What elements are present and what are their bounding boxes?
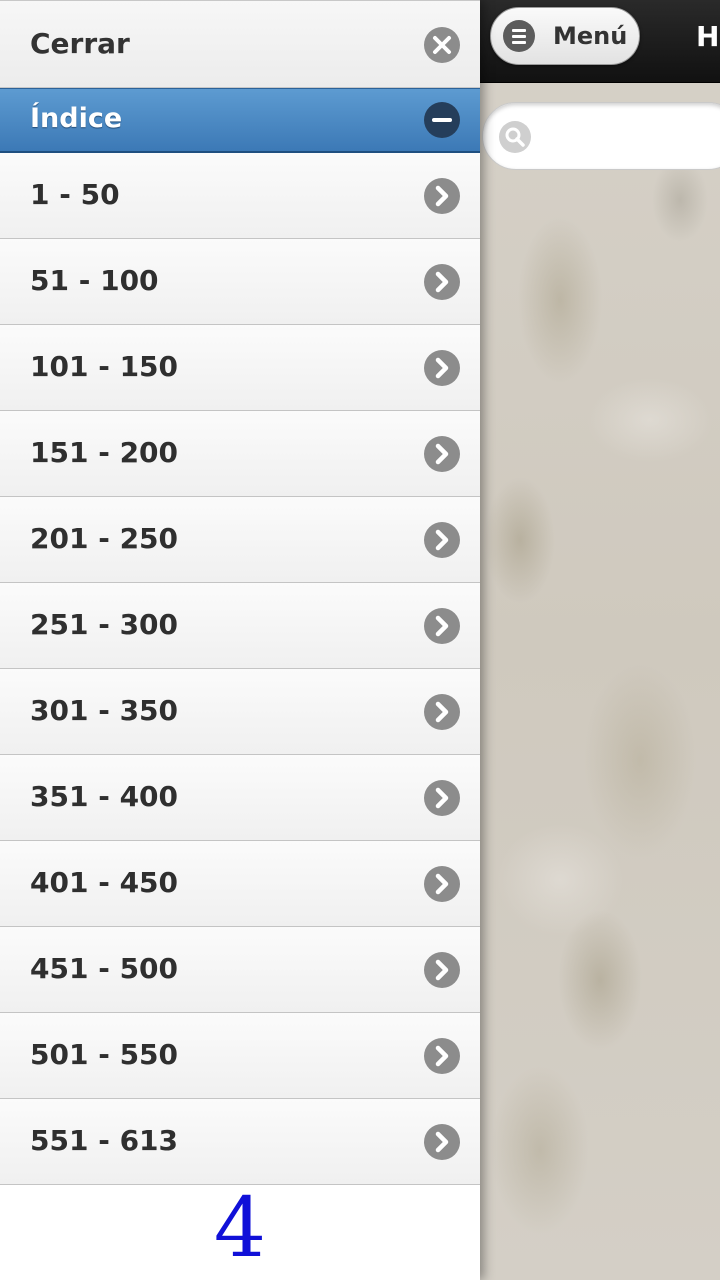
chevron-right-icon xyxy=(424,694,460,730)
menu-label: Menú xyxy=(553,22,628,50)
list-item-label: 1 - 50 xyxy=(30,178,120,211)
chevron-right-icon xyxy=(424,436,460,472)
chevron-right-icon xyxy=(424,350,460,386)
chevron-right-icon xyxy=(424,264,460,300)
list-item[interactable]: 351 - 400 xyxy=(0,755,480,841)
menu-button[interactable]: Menú xyxy=(490,7,640,65)
index-label: Índice xyxy=(30,103,123,134)
chevron-right-icon xyxy=(424,952,460,988)
list-item[interactable]: 501 - 550 xyxy=(0,1013,480,1099)
list-item-label: 201 - 250 xyxy=(30,522,179,555)
search-box[interactable] xyxy=(482,102,720,170)
list-item-label: 51 - 100 xyxy=(30,264,159,297)
close-panel-button[interactable]: Cerrar xyxy=(0,0,480,88)
list-item-label: 551 - 613 xyxy=(30,1124,179,1157)
list-item[interactable]: 201 - 250 xyxy=(0,497,480,583)
hamburger-icon xyxy=(503,20,535,52)
chevron-right-icon xyxy=(424,522,460,558)
list-item-label: 251 - 300 xyxy=(30,608,179,641)
search-input[interactable] xyxy=(541,115,705,159)
header-title: H xyxy=(696,20,720,53)
chevron-right-icon xyxy=(424,608,460,644)
chevron-right-icon xyxy=(424,780,460,816)
list-item-label: 401 - 450 xyxy=(30,866,179,899)
close-label: Cerrar xyxy=(30,27,130,60)
list-item[interactable]: 551 - 613 xyxy=(0,1099,480,1185)
chevron-right-icon xyxy=(424,866,460,902)
search-icon xyxy=(499,121,531,153)
list-item[interactable]: 151 - 200 xyxy=(0,411,480,497)
list-item[interactable]: 251 - 300 xyxy=(0,583,480,669)
list-item-label: 101 - 150 xyxy=(30,350,179,383)
close-icon[interactable] xyxy=(424,27,460,63)
chevron-right-icon xyxy=(424,1124,460,1160)
index-list: 1 - 50 51 - 100 101 - 150 151 - 200 201 - 25… xyxy=(0,153,480,1185)
list-item-label: 151 - 200 xyxy=(30,436,179,469)
side-panel: Cerrar Índice 1 - 50 51 - 100 101 - 150 151… xyxy=(0,0,480,1280)
list-item-label: 351 - 400 xyxy=(30,780,179,813)
page-number: 4 xyxy=(213,1181,267,1276)
chevron-right-icon xyxy=(424,178,460,214)
chevron-right-icon xyxy=(424,1038,460,1074)
index-collapsible-header[interactable]: Índice xyxy=(0,88,480,153)
list-item[interactable]: 401 - 450 xyxy=(0,841,480,927)
list-item[interactable]: 301 - 350 xyxy=(0,669,480,755)
list-item[interactable]: 1 - 50 xyxy=(0,153,480,239)
list-item-label: 451 - 500 xyxy=(30,952,179,985)
list-item[interactable]: 101 - 150 xyxy=(0,325,480,411)
list-item[interactable]: 451 - 500 xyxy=(0,927,480,1013)
list-item-label: 301 - 350 xyxy=(30,694,179,727)
main-header: Menú H xyxy=(480,0,720,83)
list-item[interactable]: 51 - 100 xyxy=(0,239,480,325)
list-item-label: 501 - 550 xyxy=(30,1038,179,1071)
minus-icon xyxy=(424,102,460,138)
